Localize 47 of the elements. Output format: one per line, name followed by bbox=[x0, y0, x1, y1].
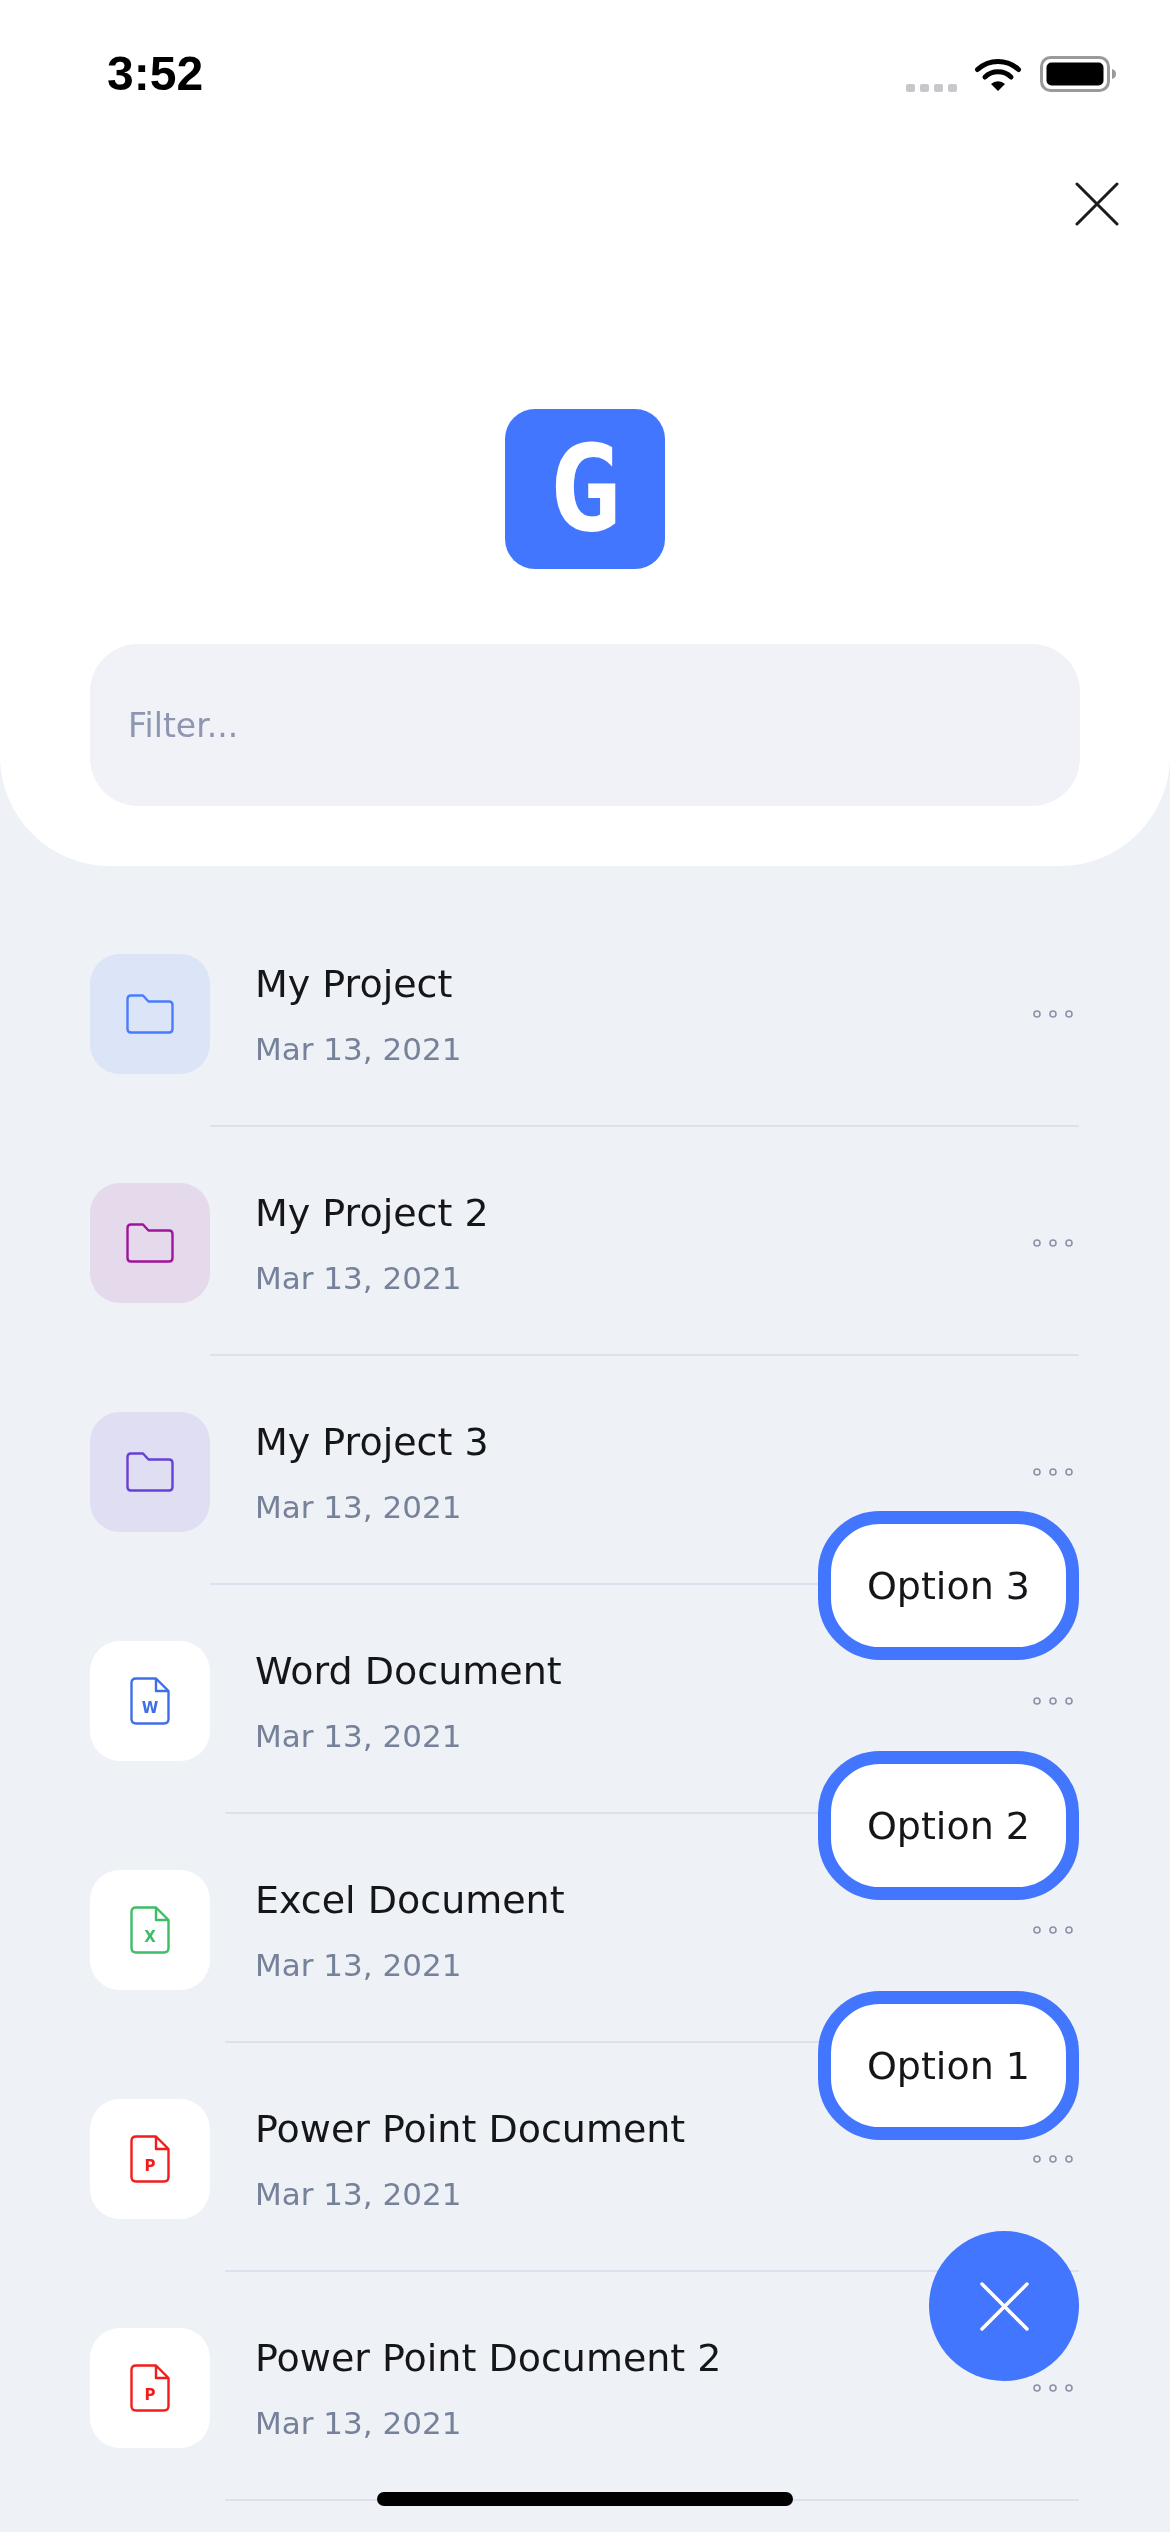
item-date: Mar 13, 2021 bbox=[255, 1716, 463, 1756]
more-button[interactable] bbox=[1033, 1239, 1073, 1247]
item-date: Mar 13, 2021 bbox=[255, 1258, 463, 1298]
item-date: Mar 13, 2021 bbox=[255, 1945, 463, 1985]
app-logo: G bbox=[505, 409, 665, 569]
close-icon bbox=[1075, 182, 1119, 226]
more-icon bbox=[1033, 1010, 1073, 1018]
item-title: Excel Document bbox=[255, 1876, 565, 1924]
more-icon bbox=[1033, 2384, 1073, 2392]
status-time: 3:52 bbox=[107, 46, 204, 102]
more-button[interactable] bbox=[1033, 1010, 1073, 1018]
more-icon bbox=[1033, 1468, 1073, 1476]
item-title: My Project bbox=[255, 960, 454, 1008]
option-button[interactable]: Option 2 bbox=[817, 1751, 1079, 1900]
filter-field[interactable]: Filter... bbox=[90, 644, 1080, 806]
more-icon bbox=[1033, 1926, 1073, 1934]
item-title: My Project 3 bbox=[255, 1418, 489, 1466]
item-title: Power Point Document 2 bbox=[255, 2334, 722, 2382]
folder-icon bbox=[90, 1412, 210, 1532]
more-button[interactable] bbox=[1033, 1468, 1073, 1476]
item-title: Word Document bbox=[255, 1647, 562, 1695]
battery-icon bbox=[1040, 56, 1116, 92]
item-title: My Project 2 bbox=[255, 1189, 489, 1237]
item-date: Mar 13, 2021 bbox=[255, 1029, 462, 1069]
close-button[interactable] bbox=[1075, 182, 1119, 226]
item-date: Mar 13, 2021 bbox=[255, 1487, 463, 1527]
wifi-icon bbox=[974, 56, 1022, 92]
item-date: Mar 13, 2021 bbox=[255, 2174, 463, 2214]
file-icon: W bbox=[90, 1641, 210, 1761]
more-button[interactable] bbox=[1033, 2384, 1073, 2392]
option-button[interactable]: Option 1 bbox=[817, 1991, 1079, 2140]
option-button[interactable]: Option 3 bbox=[817, 1511, 1079, 1660]
more-button[interactable] bbox=[1033, 1926, 1073, 1934]
more-button[interactable] bbox=[1033, 2155, 1073, 2163]
more-icon bbox=[1033, 1697, 1073, 1705]
file-icon: X bbox=[90, 1870, 210, 1990]
close-icon bbox=[979, 2281, 1029, 2331]
item-date: Mar 13, 2021 bbox=[255, 2403, 463, 2443]
folder-icon bbox=[90, 1183, 210, 1303]
signal-icon bbox=[906, 83, 957, 92]
item-title: Power Point Document bbox=[255, 2105, 686, 2153]
file-icon: P bbox=[90, 2328, 210, 2448]
more-button[interactable] bbox=[1033, 1697, 1073, 1705]
file-icon: P bbox=[90, 2099, 210, 2219]
folder-icon bbox=[90, 954, 210, 1074]
more-icon bbox=[1033, 2155, 1073, 2163]
more-icon bbox=[1033, 1239, 1073, 1247]
